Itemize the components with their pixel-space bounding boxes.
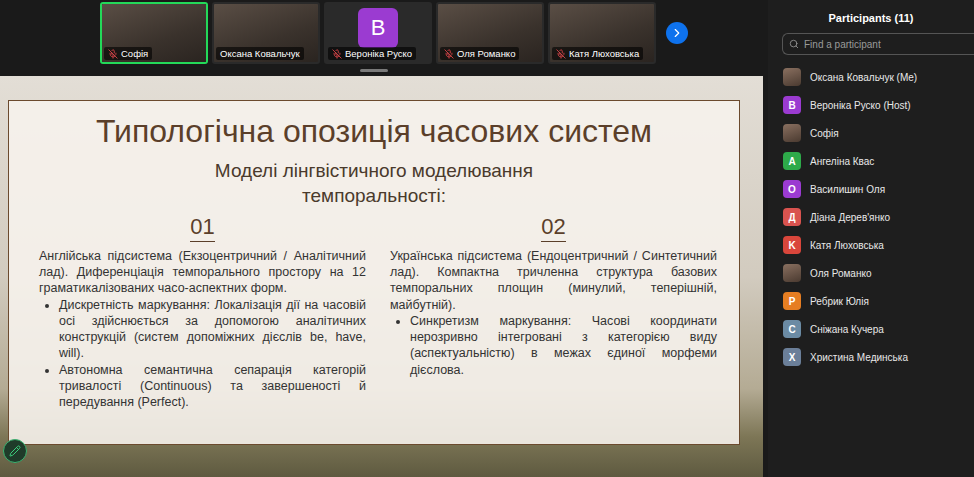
mic-off-icon: [108, 49, 118, 59]
participant-row[interactable]: X Христина Мединська: [768, 343, 974, 371]
tile-name: Софія: [104, 47, 152, 60]
participant-row[interactable]: B Вероніка Руско (Host): [768, 91, 974, 119]
slide-title: Типологічна опозиція часових систем: [9, 111, 739, 151]
meeting-window: СофіяОксана КовальчукBВероніка РускоОля …: [0, 0, 974, 477]
mic-off-icon: [332, 49, 342, 59]
column-number: 01: [190, 214, 214, 241]
video-strip: Софія Оксана Ковальчук BВероніка Руско Оля …: [0, 0, 768, 76]
participant-avatar: Д: [783, 208, 801, 226]
video-tile[interactable]: Катя Люховська: [548, 2, 656, 64]
slide: Типологічна опозиція часових систем Модел…: [8, 100, 740, 445]
chevron-right-icon: [670, 26, 684, 40]
participant-name: Христина Мединська: [810, 352, 908, 363]
participant-name: Оксана Ковальчук (Me): [810, 72, 917, 83]
participant-search[interactable]: Find a participant: [782, 33, 974, 55]
column-intro: Англійська підсистема (Екзоцентричний / …: [39, 248, 366, 297]
participant-avatar: P: [783, 292, 801, 310]
tile-name: Катя Люховська: [552, 47, 643, 60]
participant-row[interactable]: O Василишин Оля: [768, 175, 974, 203]
participant-avatar: B: [783, 96, 801, 114]
participant-photo: [783, 264, 801, 282]
participant-photo: [783, 68, 801, 86]
mic-off-icon: [444, 49, 454, 59]
participant-avatar: C: [783, 320, 801, 338]
participant-avatar: A: [783, 152, 801, 170]
pencil-icon: [9, 445, 21, 457]
participant-row[interactable]: Д Діана Дерев'янко: [768, 203, 974, 231]
participant-row[interactable]: A Ангеліна Квас: [768, 147, 974, 175]
column-number: 02: [541, 214, 565, 241]
column-intro: Українська підсистема (Ендоцентричний / …: [390, 248, 717, 313]
participant-row[interactable]: Оля Романко: [768, 259, 974, 287]
participant-row[interactable]: C Сніжана Кучера: [768, 315, 974, 343]
tile-name: Вероніка Руско: [328, 47, 416, 60]
participant-name: Ребрик Юлія: [810, 296, 869, 307]
mic-off-icon: [556, 49, 566, 59]
avatar-initial: B: [358, 8, 398, 48]
bullet-item: Дискретність маркування: Локалізація дії…: [59, 297, 366, 362]
participant-avatar: K: [783, 236, 801, 254]
shared-screen: Типологічна опозиція часових систем Модел…: [0, 76, 763, 477]
tile-name: Оля Романко: [440, 47, 519, 60]
participant-row[interactable]: P Ребрик Юлія: [768, 287, 974, 315]
participant-photo: [783, 124, 801, 142]
participant-name: Діана Дерев'янко: [810, 212, 890, 223]
tile-name: Оксана Ковальчук: [216, 47, 304, 60]
video-tile[interactable]: Оля Романко: [436, 2, 544, 64]
participant-name: Ангеліна Квас: [810, 156, 874, 167]
slide-subtitle: Моделі лінгвістичного моделювання темпор…: [184, 159, 564, 208]
main-area: Софія Оксана Ковальчук BВероніка Руско Оля …: [0, 0, 768, 477]
participant-name: Василишин Оля: [810, 184, 885, 195]
annotate-button[interactable]: [3, 439, 27, 463]
participant-avatar: X: [783, 348, 801, 366]
slide-columns: 01 Англійська підсистема (Екзоцентричний …: [9, 214, 739, 410]
bullet-item: Автономна семантична сепарація категорій…: [59, 362, 366, 411]
video-tile[interactable]: BВероніка Руско: [324, 2, 432, 64]
participant-name: Оля Романко: [810, 268, 872, 279]
video-tile[interactable]: Оксана Ковальчук: [212, 2, 320, 64]
participant-avatar: O: [783, 180, 801, 198]
participant-row[interactable]: Софія: [768, 119, 974, 147]
participant-name: Катя Люховська: [810, 240, 884, 251]
slide-column: 02 Українська підсистема (Ендоцентричний …: [390, 214, 717, 410]
participants-panel: Participants (11) Find a participant Оксан…: [768, 0, 974, 477]
participant-name: Софія: [810, 128, 839, 139]
participant-name: Вероніка Руско (Host): [810, 100, 911, 111]
participant-row[interactable]: Оксана Ковальчук (Me): [768, 63, 974, 91]
bullet-item: Синкретизм маркування: Часові координати…: [410, 313, 717, 378]
video-tile[interactable]: Софія: [100, 2, 208, 64]
bullet-list: Синкретизм маркування: Часові координати…: [390, 313, 717, 378]
participant-row[interactable]: K Катя Люховська: [768, 231, 974, 259]
search-placeholder: Find a participant: [804, 39, 881, 50]
search-icon: [789, 39, 799, 49]
resize-handle[interactable]: [360, 69, 388, 72]
participant-name: Сніжана Кучера: [810, 324, 884, 335]
panel-title: Participants (11): [768, 0, 974, 33]
bullet-list: Дискретність маркування: Локалізація дії…: [39, 297, 366, 411]
slide-column: 01 Англійська підсистема (Екзоцентричний …: [39, 214, 366, 410]
tiles-row: Софія Оксана Ковальчук BВероніка Руско Оля …: [0, 0, 768, 64]
next-page-button[interactable]: [666, 22, 688, 44]
